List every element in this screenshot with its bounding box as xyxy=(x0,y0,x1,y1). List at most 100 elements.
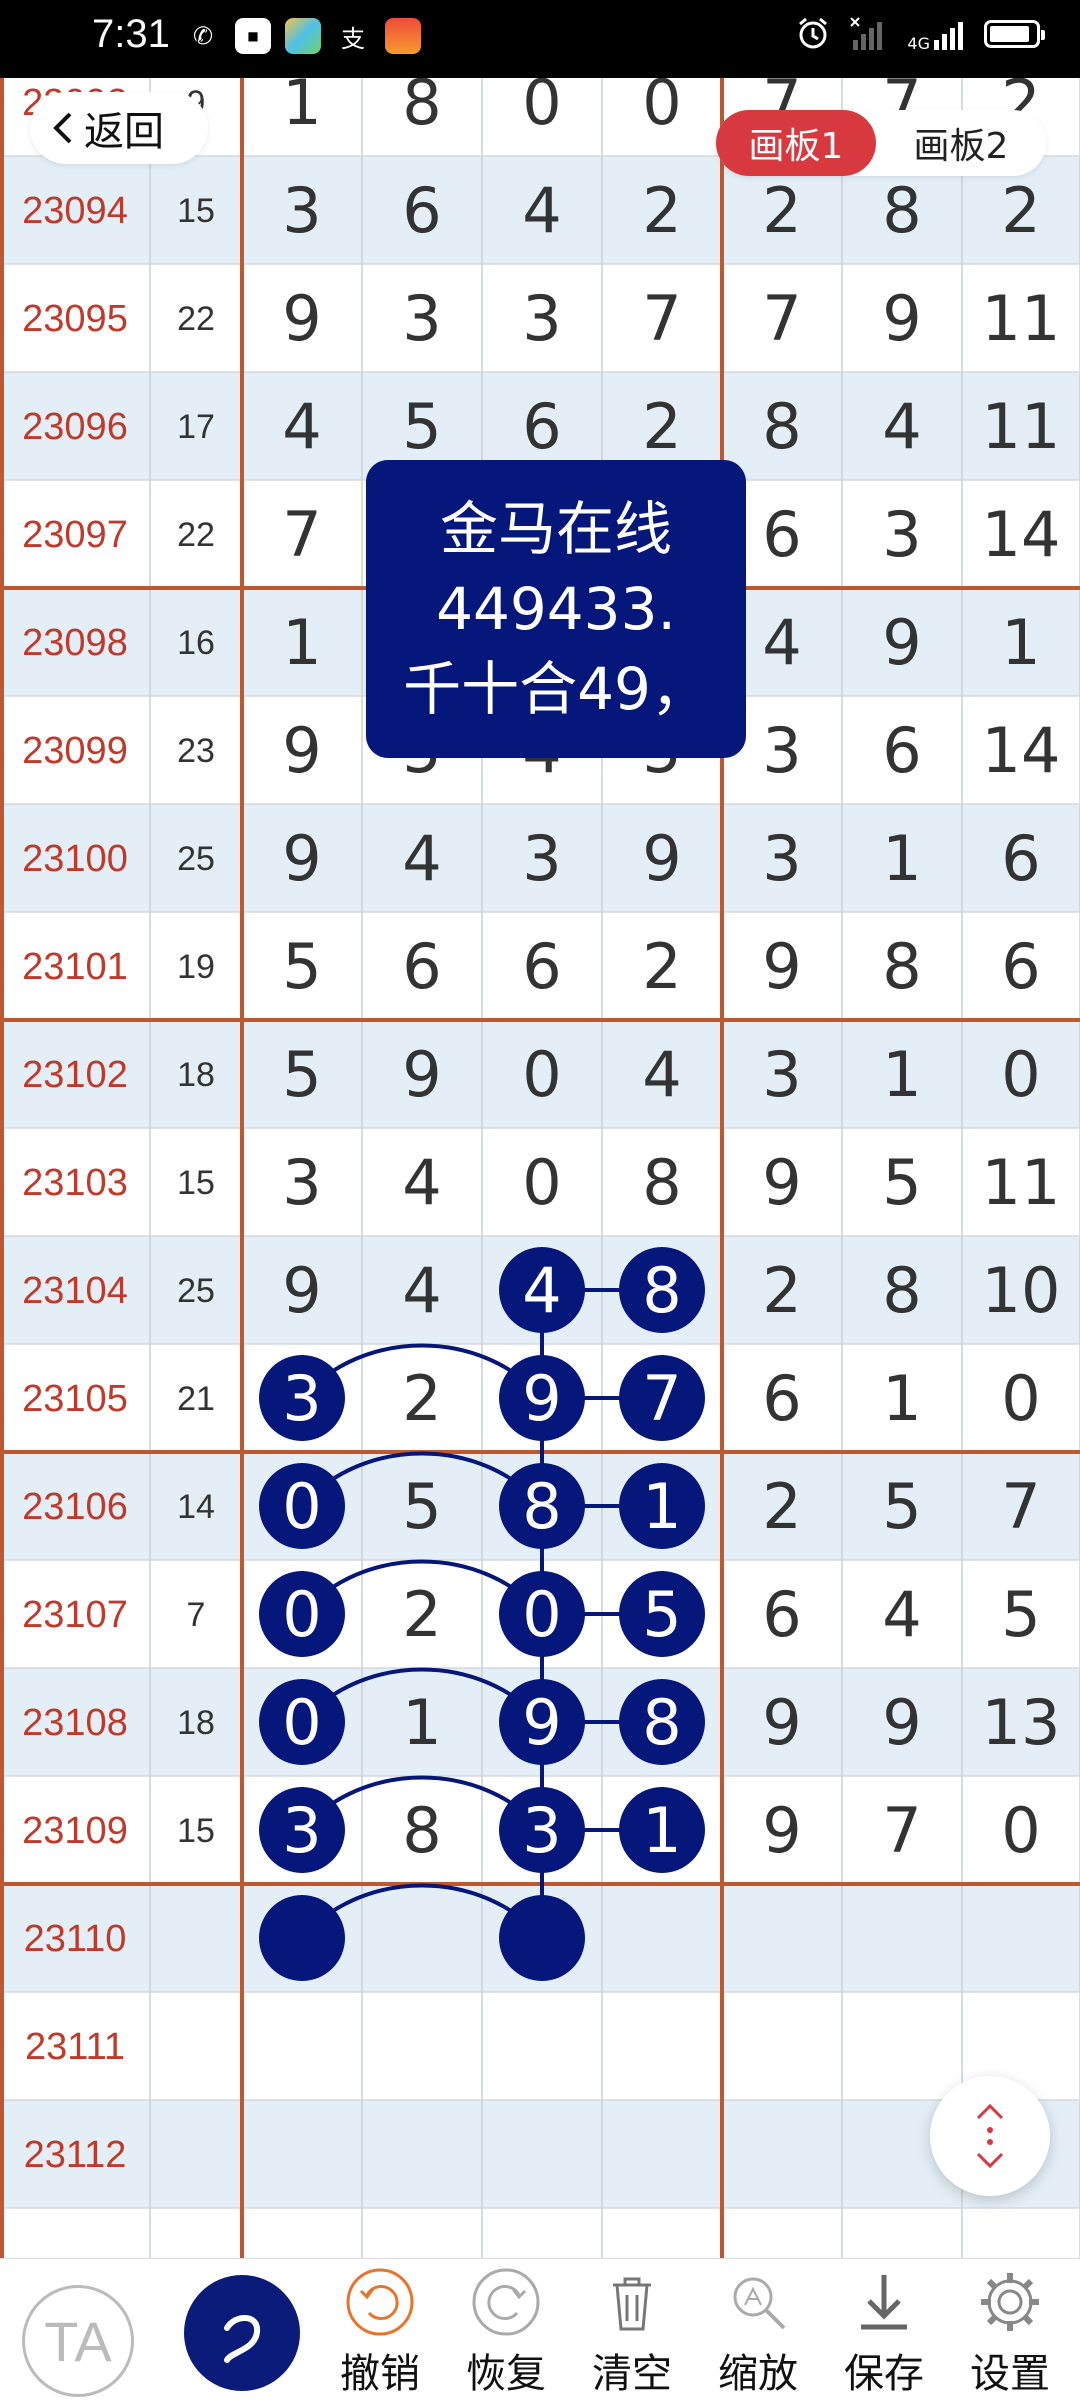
result-cell[interactable]: 6 xyxy=(1001,930,1040,1003)
digit-cell[interactable]: 2 xyxy=(402,1362,441,1435)
result-cell[interactable]: 2 xyxy=(762,1470,801,1543)
digit-cell[interactable]: 8 xyxy=(402,1794,441,1867)
table-row[interactable] xyxy=(0,1992,1080,2100)
digit-cell[interactable]: 7 xyxy=(282,498,321,571)
result-cell[interactable]: 9 xyxy=(882,606,921,679)
result-cell[interactable]: 0 xyxy=(1001,1038,1040,1111)
digit-cell[interactable]: 0 xyxy=(522,1578,561,1651)
result-cell[interactable]: 5 xyxy=(882,1470,921,1543)
digit-cell[interactable]: 0 xyxy=(522,1038,561,1111)
pen-tool-button[interactable] xyxy=(184,2275,300,2391)
result-cell[interactable]: 6 xyxy=(882,714,921,787)
result-cell[interactable]: 2 xyxy=(1001,174,1040,247)
undo-button[interactable]: 撤销 xyxy=(340,2265,420,2399)
save-button[interactable]: 保存 xyxy=(844,2265,924,2399)
result-cell[interactable]: 2 xyxy=(762,1254,801,1327)
digit-cell[interactable]: 6 xyxy=(402,174,441,247)
digit-cell[interactable]: 6 xyxy=(522,930,561,1003)
digit-cell[interactable]: 5 xyxy=(282,1038,321,1111)
result-cell[interactable]: 3 xyxy=(762,1038,801,1111)
result-cell[interactable]: 13 xyxy=(982,1686,1061,1759)
redo-button[interactable]: 恢复 xyxy=(466,2265,546,2399)
digit-cell[interactable]: 0 xyxy=(522,1146,561,1219)
result-cell[interactable]: 8 xyxy=(882,174,921,247)
digit-cell[interactable]: 0 xyxy=(282,1686,321,1759)
digit-cell[interactable]: 5 xyxy=(402,1470,441,1543)
digit-cell[interactable]: 5 xyxy=(402,390,441,463)
digit-cell[interactable]: 9 xyxy=(402,1038,441,1111)
result-cell[interactable]: 2 xyxy=(762,174,801,247)
result-cell[interactable]: 3 xyxy=(762,714,801,787)
digit-cell[interactable]: 9 xyxy=(282,714,321,787)
result-cell[interactable]: 5 xyxy=(882,1146,921,1219)
result-cell[interactable]: 0 xyxy=(1001,1794,1040,1867)
digit-cell[interactable]: 0 xyxy=(522,78,561,139)
result-cell[interactable]: 9 xyxy=(762,1146,801,1219)
table-row[interactable] xyxy=(0,2100,1080,2208)
result-cell[interactable]: 9 xyxy=(762,930,801,1003)
digit-cell[interactable]: 6 xyxy=(522,390,561,463)
result-cell[interactable]: 3 xyxy=(762,822,801,895)
digit-cell[interactable]: 9 xyxy=(282,282,321,355)
result-cell[interactable]: 11 xyxy=(982,282,1061,355)
digit-cell[interactable]: 2 xyxy=(642,930,681,1003)
result-cell[interactable]: 7 xyxy=(882,1794,921,1867)
scroll-toggle-button[interactable] xyxy=(930,2076,1050,2196)
digit-cell[interactable]: 9 xyxy=(282,822,321,895)
zoom-button[interactable]: 缩放 xyxy=(718,2265,798,2399)
text-note-overlay[interactable]: 金马在线 449433. 千十合49， xyxy=(366,460,746,758)
digit-cell[interactable]: 2 xyxy=(642,390,681,463)
digit-cell[interactable]: 3 xyxy=(282,1794,321,1867)
digit-cell[interactable]: 4 xyxy=(282,390,321,463)
digit-cell[interactable]: 1 xyxy=(642,1794,681,1867)
result-cell[interactable]: 1 xyxy=(882,1362,921,1435)
digit-cell[interactable]: 8 xyxy=(642,1686,681,1759)
digit-cell[interactable]: 1 xyxy=(282,606,321,679)
digit-cell[interactable]: 5 xyxy=(282,930,321,1003)
result-cell[interactable]: 5 xyxy=(1001,1578,1040,1651)
result-cell[interactable]: 1 xyxy=(882,1038,921,1111)
result-cell[interactable]: 10 xyxy=(982,1254,1061,1327)
digit-cell[interactable]: 4 xyxy=(402,1146,441,1219)
result-cell[interactable]: 4 xyxy=(762,606,801,679)
digit-cell[interactable]: 5 xyxy=(642,1578,681,1651)
result-cell[interactable]: 7 xyxy=(1001,1470,1040,1543)
settings-button[interactable]: 设置 xyxy=(970,2265,1050,2399)
result-cell[interactable]: 3 xyxy=(882,498,921,571)
result-cell[interactable]: 8 xyxy=(882,930,921,1003)
result-cell[interactable]: 8 xyxy=(762,390,801,463)
text-tool-button[interactable]: TA xyxy=(22,2285,134,2397)
digit-cell[interactable]: 3 xyxy=(282,174,321,247)
result-cell[interactable]: 9 xyxy=(882,282,921,355)
digit-cell[interactable]: 9 xyxy=(522,1686,561,1759)
digit-cell[interactable]: 3 xyxy=(522,1794,561,1867)
digit-cell[interactable]: 9 xyxy=(282,1254,321,1327)
digit-cell[interactable]: 6 xyxy=(402,930,441,1003)
digit-cell[interactable]: 1 xyxy=(282,78,321,139)
digit-cell[interactable]: 9 xyxy=(642,822,681,895)
result-cell[interactable]: 14 xyxy=(982,714,1061,787)
result-cell[interactable]: 6 xyxy=(762,1362,801,1435)
result-cell[interactable]: 1 xyxy=(882,822,921,895)
digit-cell[interactable]: 7 xyxy=(642,1362,681,1435)
result-cell[interactable]: 1 xyxy=(1001,606,1040,679)
digit-cell[interactable]: 3 xyxy=(282,1362,321,1435)
result-cell[interactable]: 4 xyxy=(882,1578,921,1651)
back-button[interactable]: 返回 xyxy=(30,92,208,164)
digit-cell[interactable]: 4 xyxy=(522,1254,561,1327)
result-cell[interactable]: 6 xyxy=(762,498,801,571)
digit-cell[interactable]: 4 xyxy=(402,822,441,895)
digit-cell[interactable]: 7 xyxy=(642,282,681,355)
digit-cell[interactable]: 2 xyxy=(642,174,681,247)
result-cell[interactable]: 6 xyxy=(1001,822,1040,895)
result-cell[interactable]: 7 xyxy=(762,282,801,355)
digit-cell[interactable]: 4 xyxy=(402,1254,441,1327)
result-cell[interactable]: 9 xyxy=(762,1686,801,1759)
clear-button[interactable]: 清空 xyxy=(592,2265,672,2399)
digit-cell[interactable]: 3 xyxy=(522,822,561,895)
digit-cell[interactable]: 9 xyxy=(522,1362,561,1435)
result-cell[interactable]: 11 xyxy=(982,390,1061,463)
result-cell[interactable]: 0 xyxy=(1001,1362,1040,1435)
digit-cell[interactable]: 3 xyxy=(402,282,441,355)
result-cell[interactable]: 8 xyxy=(882,1254,921,1327)
